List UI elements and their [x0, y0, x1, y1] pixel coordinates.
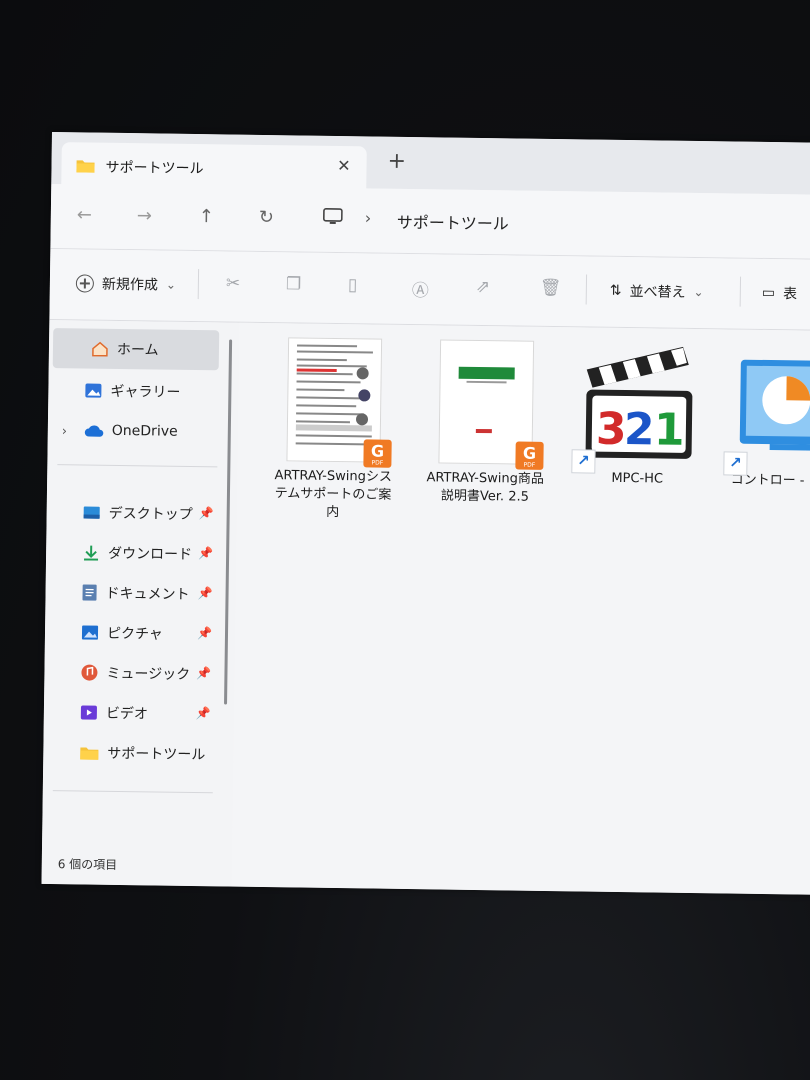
file-item[interactable]: G PDF ARTRAY-Swing商品説明書Ver. 2.5	[423, 339, 549, 507]
sidebar-item-gallery[interactable]: ギャラリー	[84, 380, 180, 401]
toolbar-divider	[739, 276, 742, 307]
pin-icon[interactable]: 📌	[196, 706, 211, 720]
music-icon	[81, 664, 98, 681]
sort-icon: ⇅	[609, 282, 622, 299]
folder-icon	[80, 747, 99, 760]
file-item[interactable]: G PDF ARTRAY-Swingシステムサポートのご案内	[271, 337, 398, 523]
copy-icon[interactable]: ❐	[286, 274, 302, 294]
sidebar-item-support-tools[interactable]: サポートツール	[79, 742, 205, 764]
file-item[interactable]: ↗ コントロー - ショー	[723, 343, 810, 491]
mpc-hc-icon: 3 2 1 ↗	[571, 341, 699, 474]
sidebar-item-documents[interactable]: ドキュメント	[81, 582, 190, 604]
sidebar-item-label: ギャラリー	[110, 383, 181, 401]
svg-text:3: 3	[596, 404, 627, 455]
sidebar-item-home[interactable]: ホーム	[52, 328, 220, 371]
sidebar-item-label: ダウンロード	[108, 545, 193, 563]
close-tab-icon[interactable]: ✕	[337, 156, 351, 175]
file-name: ARTRAY-Swing商品説明書Ver. 2.5	[426, 470, 544, 505]
pin-icon[interactable]: 📌	[198, 546, 213, 560]
back-icon[interactable]: ←	[77, 204, 92, 225]
sidebar-item-label: ビデオ	[105, 705, 148, 723]
this-pc-icon[interactable]	[323, 208, 343, 226]
video-icon	[80, 705, 97, 720]
breadcrumb-separator: ›	[364, 208, 372, 228]
sidebar-item-desktop[interactable]: デスクトップ	[83, 502, 193, 524]
view-button[interactable]: ▭ 表	[762, 283, 798, 303]
rename-icon[interactable]: Ⓐ	[412, 276, 429, 301]
toolbar-divider	[197, 269, 200, 300]
pin-icon[interactable]: 📌	[196, 666, 211, 680]
new-button[interactable]: 新規作成 ⌄	[75, 273, 177, 294]
pin-icon[interactable]: 📌	[197, 586, 212, 600]
chevron-down-icon: ⌄	[693, 284, 704, 300]
view-label: 表	[782, 286, 798, 303]
new-label: 新規作成	[101, 276, 158, 294]
download-icon	[84, 545, 99, 561]
new-tab-button[interactable]: +	[387, 149, 406, 174]
sidebar-divider	[57, 464, 218, 468]
gallery-icon	[85, 383, 102, 398]
svg-text:2: 2	[624, 404, 655, 455]
tab-support-tools[interactable]: サポートツール ✕	[61, 142, 367, 191]
desktop-icon	[83, 506, 100, 519]
sort-button[interactable]: ⇅ 並べ替え ⌄	[610, 281, 704, 302]
svg-text:1: 1	[654, 404, 685, 455]
document-icon	[82, 584, 97, 601]
shortcut-arrow-icon: ↗	[571, 449, 596, 474]
shortcut-arrow-icon: ↗	[723, 451, 748, 476]
pdf-app-icon: G PDF	[363, 439, 392, 468]
navigation-pane: ホーム ギャラリー › OneDrive デスクトップ 📌 ダウンロード 📌 ド…	[41, 319, 238, 887]
sidebar-item-videos[interactable]: ビデオ	[80, 702, 148, 723]
sidebar-item-music[interactable]: ミュージック	[80, 662, 190, 684]
expand-chevron-icon[interactable]: ›	[62, 424, 67, 439]
pictures-icon	[81, 625, 99, 640]
pdf-thumbnail: G PDF	[438, 339, 544, 470]
navigation-bar: ← → ↑ ↻ › サポートツール	[50, 183, 810, 261]
file-name: ARTRAY-Swingシステムサポートのご案内	[274, 468, 393, 521]
refresh-icon[interactable]: ↻	[259, 207, 274, 228]
file-item[interactable]: 3 2 1 ↗ MPC-HC	[571, 341, 701, 489]
control-panel-icon: ↗	[723, 344, 810, 476]
sidebar-item-label: ミュージック	[106, 665, 191, 683]
pdf-app-icon: G PDF	[515, 441, 544, 470]
cloud-icon	[84, 425, 104, 437]
sidebar-item-downloads[interactable]: ダウンロード	[82, 542, 192, 564]
share-icon[interactable]: ⇗	[476, 277, 491, 297]
sidebar-item-label: ピクチャ	[106, 625, 163, 643]
sidebar-item-label: サポートツール	[107, 745, 206, 764]
sidebar-item-label: デスクトップ	[108, 505, 193, 524]
paste-icon[interactable]: ▯	[348, 275, 358, 295]
chevron-down-icon: ⌄	[165, 277, 177, 292]
cut-icon[interactable]: ✂	[226, 273, 241, 293]
sidebar-item-label: ホーム	[116, 341, 159, 359]
tab-title: サポートツール	[105, 159, 204, 178]
sidebar-item-pictures[interactable]: ピクチャ	[81, 622, 163, 643]
forward-icon[interactable]: →	[137, 205, 152, 226]
sidebar-divider	[52, 790, 213, 794]
view-icon: ▭	[761, 284, 776, 302]
delete-icon[interactable]: 🗑	[540, 278, 562, 298]
folder-icon	[76, 160, 95, 173]
toolbar-divider	[585, 274, 588, 305]
command-toolbar: 新規作成 ⌄ ✂ ❐ ▯ Ⓐ ⇗ 🗑 ⇅ 並べ替え ⌄ ▭ 表	[49, 248, 810, 332]
sort-label: 並べ替え	[629, 284, 686, 301]
pdf-thumbnail: G PDF	[286, 337, 392, 468]
home-icon	[92, 341, 108, 357]
add-icon	[75, 274, 95, 293]
sidebar-item-onedrive[interactable]: OneDrive	[84, 422, 178, 440]
pin-icon[interactable]: 📌	[199, 506, 214, 520]
pin-icon[interactable]: 📌	[197, 626, 212, 640]
breadcrumb-item[interactable]: サポートツール	[397, 209, 509, 235]
up-icon[interactable]: ↑	[199, 206, 214, 227]
file-list: G PDF ARTRAY-Swingシステムサポートのご案内 G PDF ARTRA…	[231, 322, 810, 896]
file-explorer-window: サポートツール ✕ + ← → ↑ ↻ › サポートツール 新規作成 ⌄ ✂ ❐…	[41, 132, 810, 896]
sidebar-item-label: OneDrive	[111, 422, 178, 440]
sidebar-item-label: ドキュメント	[105, 585, 190, 603]
status-bar-count: 6 個の項目	[57, 857, 118, 872]
